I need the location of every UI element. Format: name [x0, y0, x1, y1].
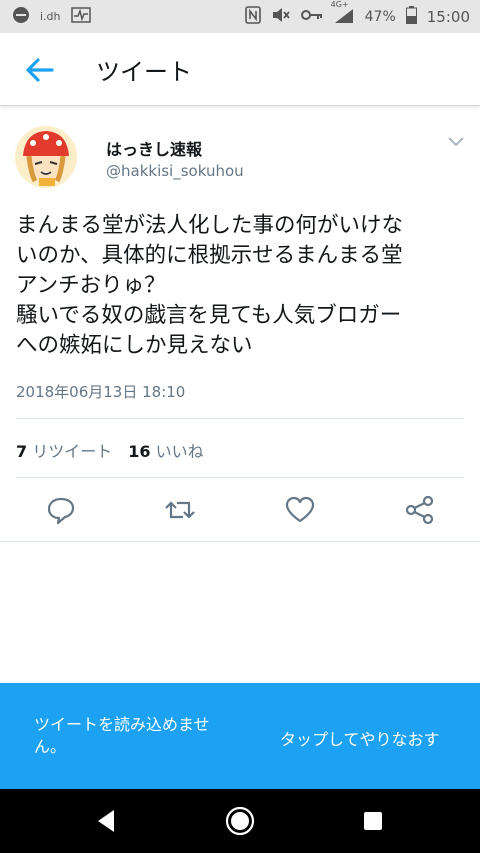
like-count: 16 — [128, 442, 151, 461]
mute-icon — [271, 6, 291, 28]
tweet-text: まんまる堂が法人化した事の何がいけな いのか、具体的に根拠示せるまんまる堂 アン… — [16, 213, 404, 358]
do-not-disturb-icon — [12, 6, 30, 28]
retweet-icon — [165, 501, 195, 519]
triangle-back-icon — [98, 810, 114, 832]
retweet-label: リツイート — [32, 442, 113, 461]
retweet-count: 7 — [16, 442, 28, 461]
divider — [16, 418, 464, 419]
clock: 15:00 — [426, 7, 470, 26]
retweet-button[interactable] — [160, 490, 200, 530]
engagement-counts: 7 リツイート 16 いいね — [16, 438, 204, 462]
network-type: 4G+ — [330, 0, 349, 9]
share-icon — [405, 495, 434, 525]
key-icon — [300, 8, 323, 26]
divider — [16, 477, 464, 478]
status-bar: i.dh 4G+ 47% 15:00 — [0, 0, 480, 33]
retry-button[interactable]: タップしてやりなおす — [280, 726, 440, 750]
signal-icon: 4G+ — [331, 0, 355, 28]
retweet-count-link[interactable]: 7 リツイート — [16, 438, 112, 462]
activity-icon — [70, 6, 91, 27]
display-name[interactable]: はっきし速報 — [106, 136, 202, 160]
avatar[interactable] — [15, 126, 77, 188]
reply-button[interactable] — [41, 490, 81, 530]
carrier-text: i.dh — [40, 10, 61, 23]
like-count-link[interactable]: 16 いいね — [128, 438, 203, 462]
chevron-down-icon — [448, 137, 464, 147]
heart-icon — [285, 496, 315, 523]
like-button[interactable] — [280, 490, 320, 530]
like-label: いいね — [155, 442, 204, 461]
nav-back-button[interactable] — [92, 805, 124, 837]
nfc-icon — [244, 5, 261, 28]
reply-icon — [47, 497, 75, 525]
tweet-timestamp: 2018年06月13日 18:10 — [16, 383, 186, 401]
circle-home-icon — [225, 806, 255, 836]
page-title: ツイート — [96, 58, 192, 86]
back-button[interactable] — [22, 53, 56, 87]
divider — [0, 541, 480, 542]
nav-home-button[interactable] — [224, 805, 256, 837]
system-nav-bar — [0, 789, 480, 853]
snackbar-message: ツイートを読み込めませ ん。 — [34, 715, 210, 756]
user-handle[interactable]: @hakkisi_sokuhou — [106, 162, 244, 180]
share-button[interactable] — [400, 490, 440, 530]
nav-recents-button[interactable] — [357, 805, 389, 837]
battery-percent: 47% — [364, 8, 396, 25]
square-recents-icon — [364, 812, 382, 830]
tweet-action-bar — [0, 490, 480, 530]
arrow-left-icon — [26, 58, 54, 82]
battery-icon — [405, 5, 417, 28]
tweet-menu-button[interactable] — [445, 134, 467, 150]
error-snackbar: ツイートを読み込めませ ん。 タップしてやりなおす — [0, 683, 480, 789]
avatar-image — [15, 126, 77, 188]
app-bar: ツイート — [0, 33, 480, 106]
